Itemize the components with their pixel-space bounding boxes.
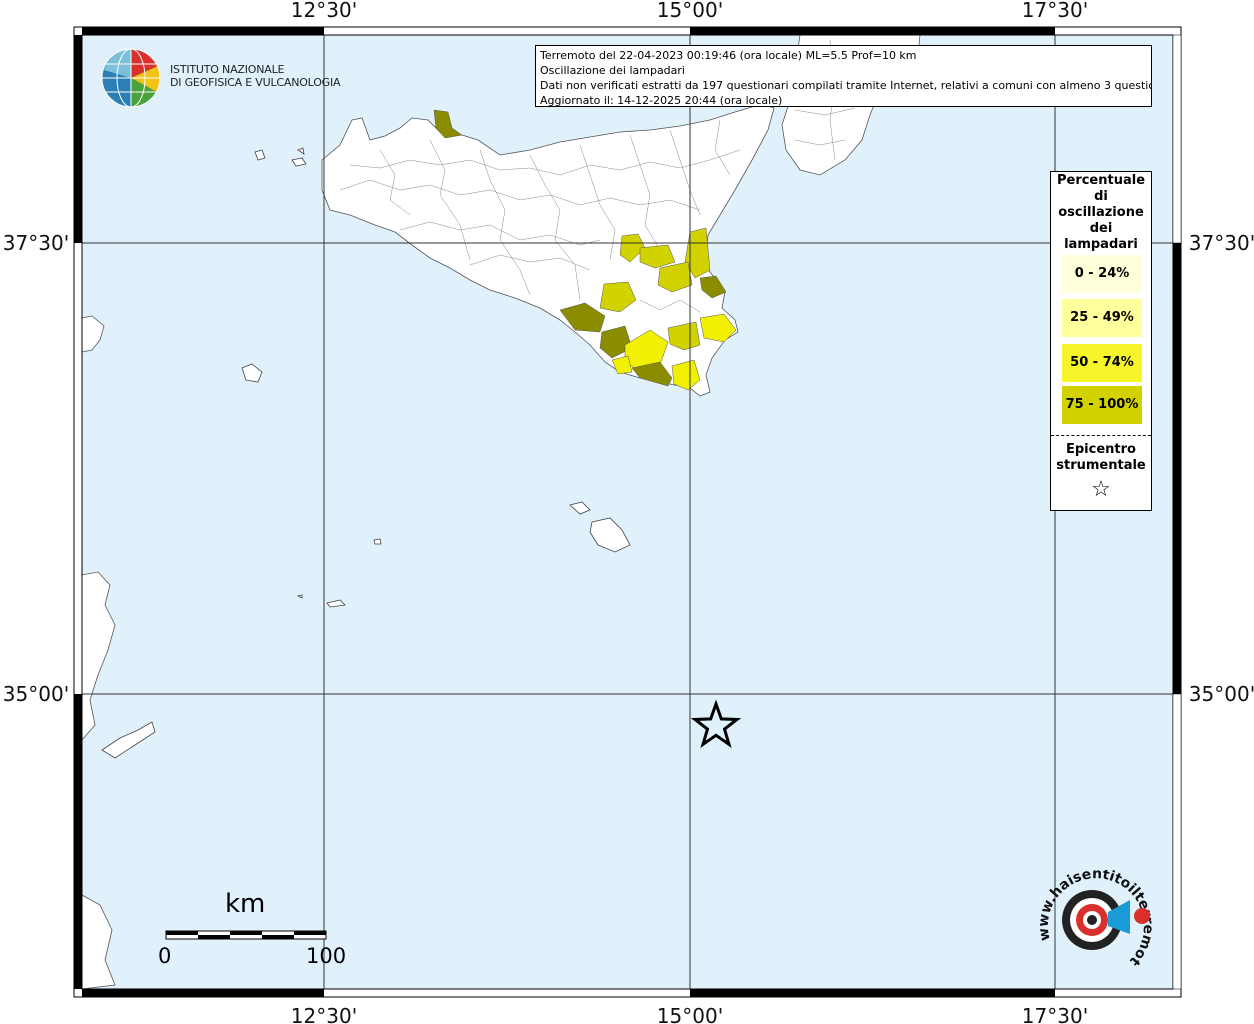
lat-tick-right-2: 35°00' (1189, 682, 1254, 706)
legend-title-line-1: Percentuale (1056, 173, 1146, 188)
scale-end-label: 100 (306, 944, 347, 968)
ingv-logo-icon (101, 48, 161, 108)
legend-title-line-4: dei (1089, 221, 1113, 236)
legend-title-line-3: oscillazione (1058, 205, 1144, 220)
lon-tick-top-3: 17°30' (1022, 0, 1088, 22)
lon-tick-bottom-2: 15°00' (657, 1004, 723, 1024)
legend-item-0-24: 0 - 24% (1062, 255, 1142, 293)
info-line-3: Dati non verificati estratti da 197 ques… (540, 79, 1152, 92)
lat-tick-left-2: 35°00' (3, 682, 69, 706)
legend-item-75-100: 75 - 100% (1062, 386, 1142, 424)
legend-epicenter-line-2: strumentale (1056, 458, 1146, 473)
scale-bar (165, 930, 327, 940)
earthquake-info-box: Terremoto del 22-04-2023 00:19:46 (ora l… (535, 45, 1152, 107)
info-line-1: Terremoto del 22-04-2023 00:19:46 (ora l… (540, 49, 917, 62)
legend-item-50-74: 50 - 74% (1062, 344, 1142, 382)
legend-title-line-2: di (1094, 189, 1108, 204)
lon-tick-top-1: 12°30' (291, 0, 357, 22)
legend-epicenter-label: Epicentro strumentale (1051, 442, 1151, 474)
legend-epicenter-line-1: Epicentro (1066, 442, 1136, 457)
ingv-logo-line2: DI GEOFISICA E VULCANOLOGIA (170, 76, 341, 89)
linosa (373, 538, 382, 545)
lat-tick-right-1: 37°30' (1189, 231, 1254, 255)
ingv-logo-text: ISTITUTO NAZIONALE DI GEOFISICA E VULCAN… (170, 63, 341, 89)
lon-tick-bottom-1: 12°30' (291, 1004, 357, 1024)
legend-box: Percentuale di oscillazione dei lampadar… (1050, 171, 1152, 511)
haisentito-logo-icon: www.haisentitoilterremoto.it (1030, 870, 1156, 969)
legend-title: Percentuale di oscillazione dei lampadar… (1051, 173, 1151, 253)
info-line-2: Oscillazione dei lampadari (540, 64, 685, 77)
scale-unit-label: km (225, 889, 266, 919)
legend-separator (1051, 435, 1151, 436)
ingv-logo-line1: ISTITUTO NAZIONALE (170, 63, 285, 76)
legend-title-line-5: lampadari (1064, 237, 1138, 252)
lat-tick-left-1: 37°30' (3, 231, 69, 255)
scale-start-label: 0 (158, 944, 172, 968)
lon-tick-bottom-3: 17°30' (1022, 1004, 1088, 1024)
info-line-4: Aggiornato il: 14-12-2025 20:44 (ora loc… (540, 94, 783, 107)
legend-star-icon: ☆ (1091, 477, 1111, 502)
lon-tick-top-2: 15°00' (657, 0, 723, 22)
legend-item-25-49: 25 - 49% (1062, 299, 1142, 337)
